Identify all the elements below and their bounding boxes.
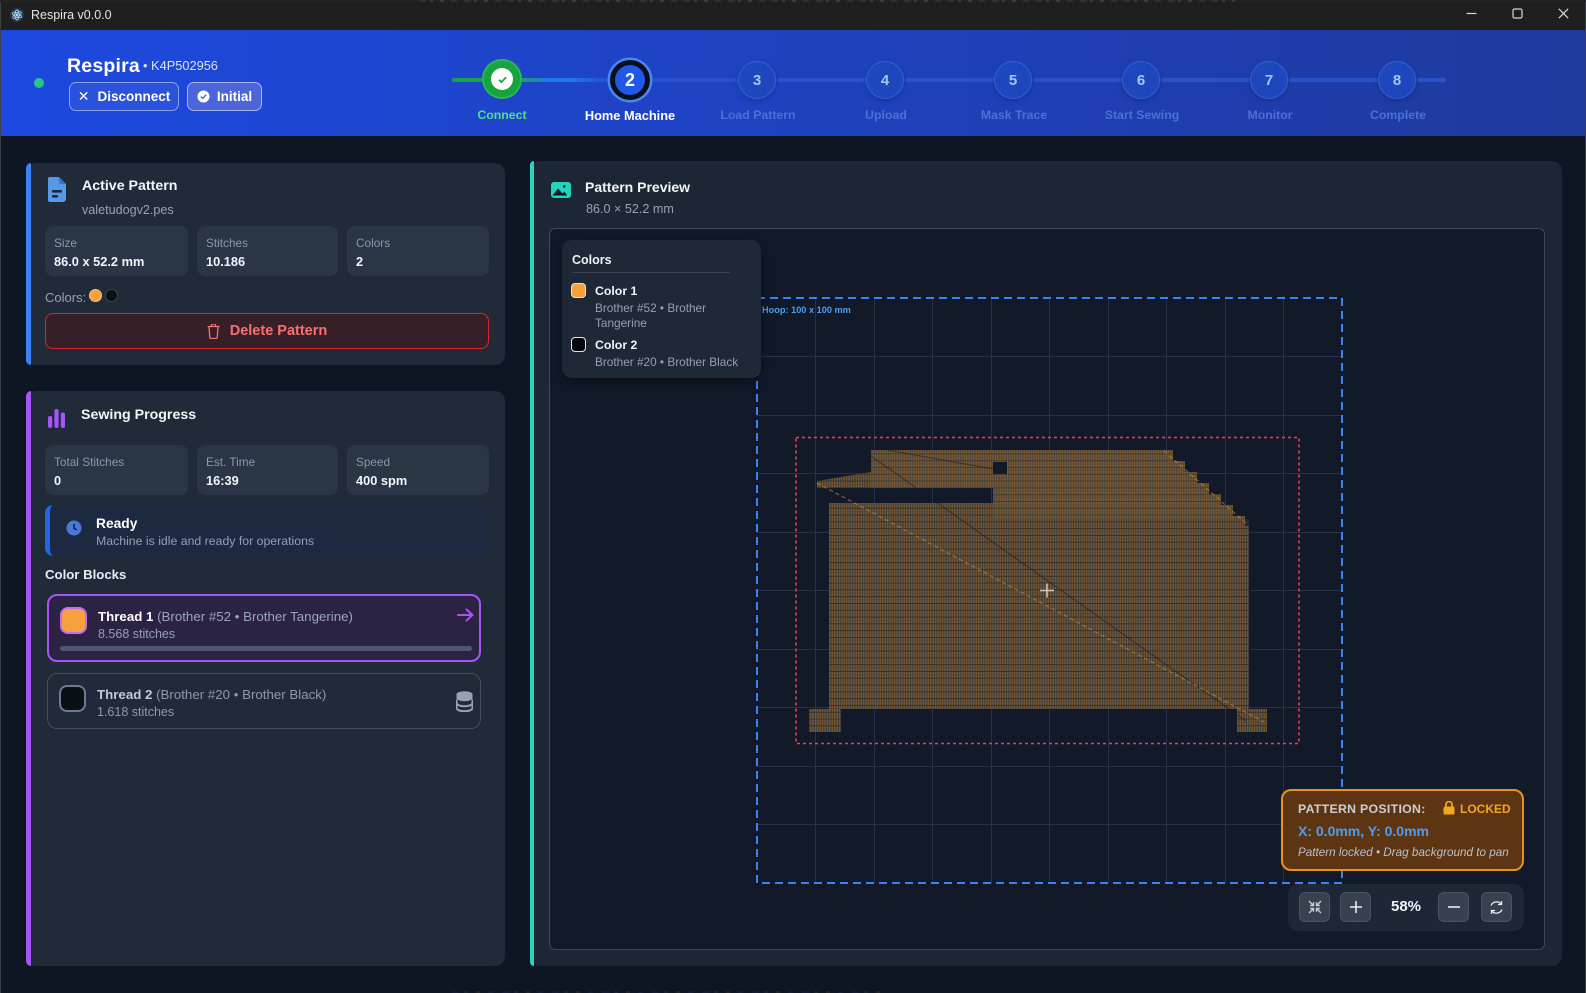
svg-text:Hoop: 100 x 100 mm: Hoop: 100 x 100 mm <box>762 305 851 315</box>
